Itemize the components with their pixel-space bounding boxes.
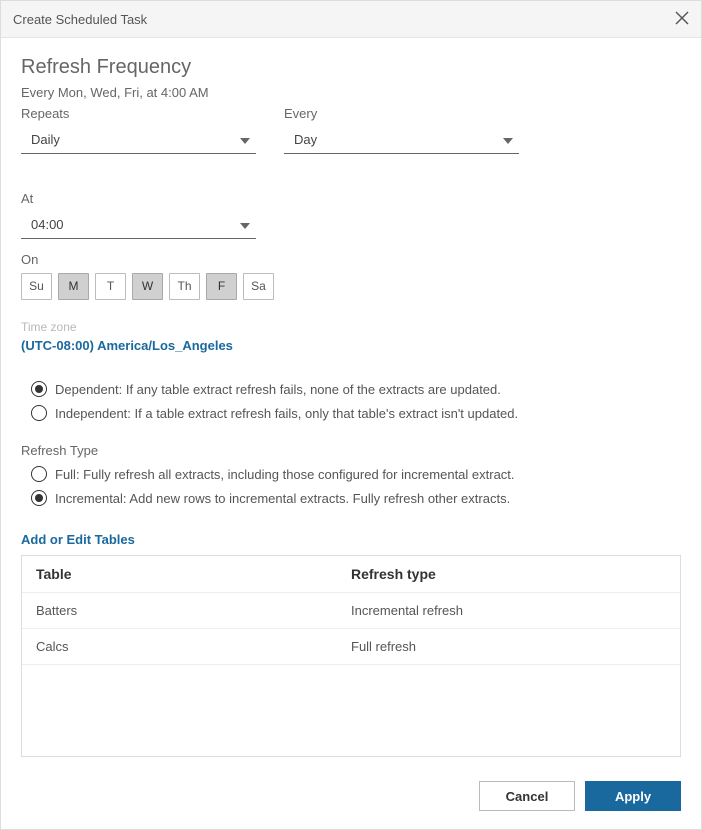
- dialog-body: Refresh Frequency Every Mon, Wed, Fri, a…: [1, 38, 701, 767]
- at-time-value: 04:00: [31, 217, 64, 232]
- day-button-su[interactable]: Su: [21, 273, 52, 300]
- chevron-down-icon: [503, 132, 513, 147]
- dialog-title: Create Scheduled Task: [13, 12, 147, 27]
- chevron-down-icon: [240, 217, 250, 232]
- refresh-type-full-label: Full: Fully refresh all extracts, includ…: [55, 467, 515, 482]
- radio-icon: [31, 490, 47, 506]
- table-header-row: Table Refresh type: [22, 556, 680, 593]
- dependency-independent-label: Independent: If a table extract refresh …: [55, 406, 518, 421]
- day-button-w[interactable]: W: [132, 273, 163, 300]
- table-row[interactable]: CalcsFull refresh: [22, 629, 680, 665]
- at-label: At: [21, 191, 256, 206]
- radio-icon: [31, 381, 47, 397]
- at-time-select[interactable]: 04:00: [21, 210, 256, 239]
- dependency-dependent-label: Dependent: If any table extract refresh …: [55, 382, 501, 397]
- page-title: Refresh Frequency: [21, 56, 681, 79]
- every-select[interactable]: Day: [284, 125, 519, 154]
- table-cell-refresh-type: Incremental refresh: [351, 603, 666, 618]
- dialog-footer: Cancel Apply: [1, 767, 701, 829]
- table-header-refresh-type: Refresh type: [351, 566, 666, 582]
- dialog-titlebar: Create Scheduled Task: [1, 1, 701, 38]
- add-or-edit-tables-link[interactable]: Add or Edit Tables: [21, 532, 681, 547]
- cancel-button[interactable]: Cancel: [479, 781, 575, 811]
- every-value: Day: [294, 132, 317, 147]
- refresh-type-label: Refresh Type: [21, 443, 681, 458]
- day-button-m[interactable]: M: [58, 273, 89, 300]
- day-button-th[interactable]: Th: [169, 273, 200, 300]
- radio-icon: [31, 466, 47, 482]
- radio-icon: [31, 405, 47, 421]
- day-button-t[interactable]: T: [95, 273, 126, 300]
- repeats-select[interactable]: Daily: [21, 125, 256, 154]
- refresh-type-incremental-radio[interactable]: Incremental: Add new rows to incremental…: [31, 490, 681, 506]
- timezone-label: Time zone: [21, 320, 681, 334]
- on-label: On: [21, 252, 681, 267]
- close-icon[interactable]: [675, 11, 689, 28]
- day-of-week-group: SuMTWThFSa: [21, 273, 681, 300]
- dependency-dependent-radio[interactable]: Dependent: If any table extract refresh …: [31, 381, 681, 397]
- create-scheduled-task-dialog: Create Scheduled Task Refresh Frequency …: [0, 0, 702, 830]
- table-header-table: Table: [36, 566, 351, 582]
- refresh-type-incremental-label: Incremental: Add new rows to incremental…: [55, 491, 510, 506]
- repeats-label: Repeats: [21, 106, 256, 121]
- repeats-value: Daily: [31, 132, 60, 147]
- chevron-down-icon: [240, 132, 250, 147]
- tables-table: Table Refresh type BattersIncremental re…: [21, 555, 681, 757]
- table-cell-refresh-type: Full refresh: [351, 639, 666, 654]
- refresh-type-full-radio[interactable]: Full: Fully refresh all extracts, includ…: [31, 466, 681, 482]
- day-button-f[interactable]: F: [206, 273, 237, 300]
- schedule-summary: Every Mon, Wed, Fri, at 4:00 AM: [21, 85, 681, 100]
- table-row[interactable]: BattersIncremental refresh: [22, 593, 680, 629]
- table-cell-table: Calcs: [36, 639, 351, 654]
- dependency-independent-radio[interactable]: Independent: If a table extract refresh …: [31, 405, 681, 421]
- day-button-sa[interactable]: Sa: [243, 273, 274, 300]
- timezone-link[interactable]: (UTC-08:00) America/Los_Angeles: [21, 338, 681, 353]
- table-cell-table: Batters: [36, 603, 351, 618]
- apply-button[interactable]: Apply: [585, 781, 681, 811]
- every-label: Every: [284, 106, 519, 121]
